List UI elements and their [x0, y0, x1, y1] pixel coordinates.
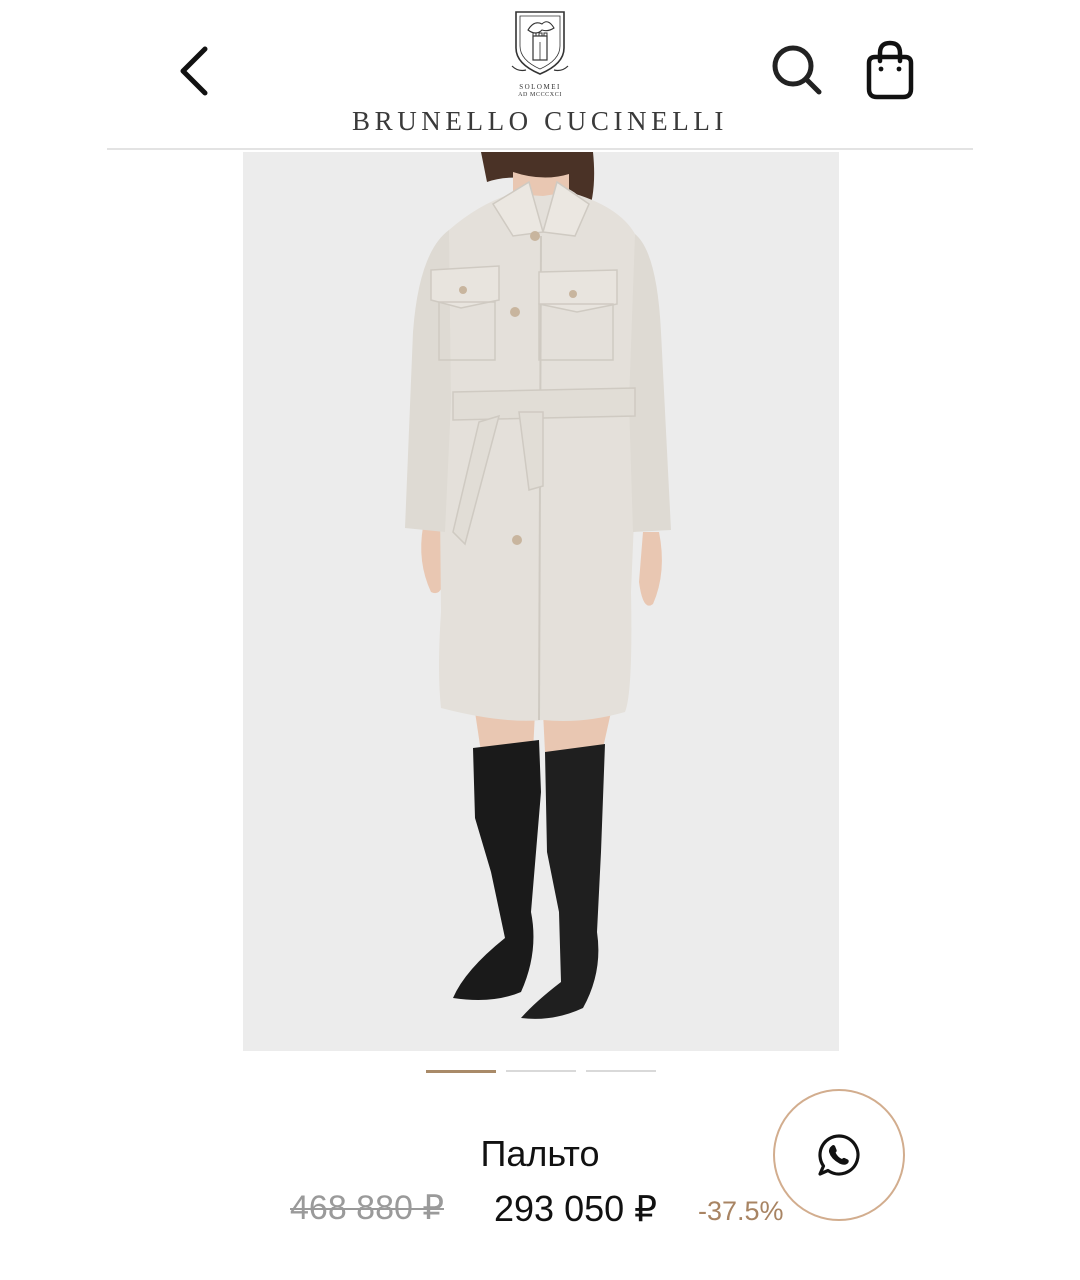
header-divider	[107, 148, 973, 150]
chevron-left-icon	[180, 46, 208, 96]
whatsapp-icon	[818, 1134, 860, 1176]
carousel-dot-1[interactable]	[426, 1070, 496, 1073]
product-name: Пальто	[480, 1133, 600, 1174]
price-row: 468 880 ₽ 293 050 ₽ -37.5%	[280, 1188, 810, 1234]
brand-emblem: SOLOMEI AD MCCCXCI	[508, 6, 572, 98]
emblem-motto-top: SOLOMEI	[519, 83, 561, 91]
carousel-dot-2[interactable]	[506, 1070, 576, 1072]
emblem-motto-bottom: AD MCCCXCI	[518, 92, 562, 98]
app-header: SOLOMEI AD MCCCXCI BRUNELLO CUCINELLI	[0, 0, 1080, 150]
product-image[interactable]	[243, 152, 839, 1051]
carousel-dot-3[interactable]	[586, 1070, 656, 1072]
cart-button[interactable]	[858, 36, 922, 104]
coat-photo	[243, 152, 839, 1051]
search-button[interactable]	[766, 38, 828, 102]
whatsapp-button[interactable]	[773, 1089, 905, 1221]
brand-name: BRUNELLO CUCINELLI	[351, 106, 729, 136]
old-price: 468 880 ₽	[290, 1189, 444, 1227]
discount-badge: -37.5%	[698, 1196, 784, 1226]
carousel-indicators	[426, 1070, 656, 1076]
current-price: 293 050 ₽	[494, 1188, 658, 1229]
back-button[interactable]	[165, 38, 225, 104]
brand-logo[interactable]: SOLOMEI AD MCCCXCI BRUNELLO CUCINELLI	[340, 6, 740, 141]
search-icon	[772, 45, 822, 95]
shopping-bag-icon	[866, 40, 914, 100]
